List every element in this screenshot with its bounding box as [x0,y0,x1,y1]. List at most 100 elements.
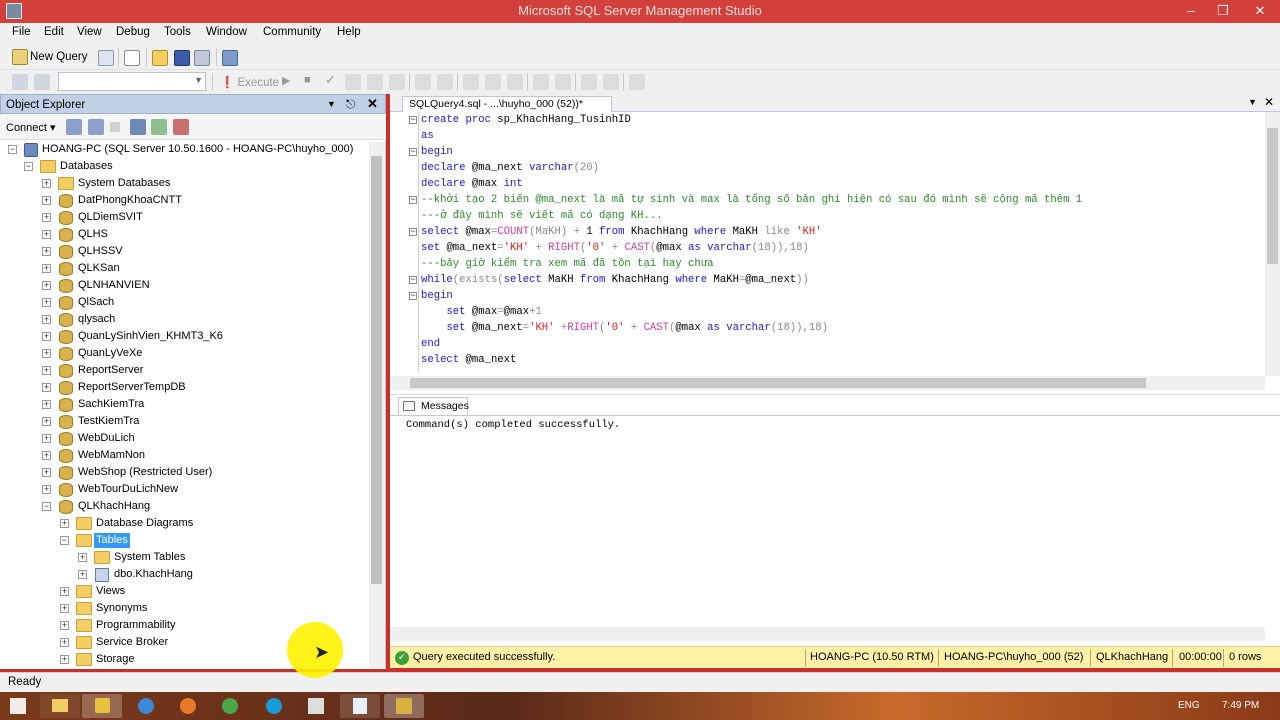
code-line[interactable]: declare @max int [421,176,523,192]
editor-vertical-scrollbar[interactable] [1265,112,1280,376]
cancel-query-icon[interactable]: ■ [304,74,311,86]
query-designer-icon[interactable] [367,74,383,90]
menu-help[interactable]: Help [337,26,361,38]
menu-edit[interactable]: Edit [44,26,64,38]
activity-icon[interactable] [173,119,189,135]
db-engine-query-icon[interactable] [98,50,114,66]
save-all-icon[interactable] [194,50,210,66]
activity-monitor-icon[interactable] [222,50,238,66]
menu-file[interactable]: File [12,26,31,38]
menu-window[interactable]: Window [206,26,247,38]
specify-template-icon[interactable] [629,74,645,90]
media-task[interactable] [82,694,122,718]
tab-messages[interactable]: Messages [398,397,469,415]
restore-button[interactable]: ❐ [1208,0,1238,22]
include-plan-icon[interactable] [415,74,431,90]
clock[interactable]: 7:49 PM [1222,700,1259,711]
firefox-task[interactable] [168,694,208,718]
new-query-button[interactable]: New Query [10,48,88,66]
code-line[interactable]: begin [421,288,453,304]
file-explorer-task[interactable] [40,694,80,718]
fold-toggle-icon[interactable]: − [409,196,417,205]
skype-task[interactable] [254,694,294,718]
disconnect-icon[interactable] [88,119,104,135]
menu-view[interactable]: View [77,26,102,38]
database-icon [59,381,73,395]
fold-toggle-icon[interactable]: − [409,148,417,157]
change-connection-icon[interactable] [34,74,50,90]
close-panel-icon[interactable]: ✕ [367,96,378,112]
code-line[interactable]: declare @ma_next varchar(20) [421,160,599,176]
chrome-task[interactable] [210,694,250,718]
collapse-icon[interactable]: − [24,162,33,171]
decrease-indent-icon[interactable] [581,74,597,90]
client-stats-icon[interactable] [437,74,453,90]
code-line[interactable]: select @max=COUNT(MaKH) + 1 from KhachHa… [421,224,822,240]
pin-icon[interactable]: ⎋ [346,97,356,112]
code-line[interactable]: ---ở đây mình sẽ viết mã có dạng KH... [421,208,663,224]
results-scrollbar[interactable] [390,627,1265,641]
code-line[interactable]: set @ma_next='KH' + RIGHT('0' + CAST(@ma… [421,240,809,256]
parse-icon[interactable]: ✓ [325,72,336,88]
filter-icon[interactable] [130,119,146,135]
refresh-icon[interactable] [151,119,167,135]
ie-task[interactable] [126,694,166,718]
start-icon[interactable] [10,698,26,714]
stop-icon[interactable] [110,122,120,132]
code-line[interactable]: select @ma_next [421,352,516,368]
code-line[interactable]: ---bây giờ kiểm tra xem mã đã tồn tại ha… [421,256,713,272]
code-line[interactable]: begin [421,144,453,160]
code-line[interactable]: as [421,128,434,144]
close-tab-icon[interactable]: ✕ [1264,95,1274,109]
tab-sqlquery4[interactable]: SQLQuery4.sql - ...\huyho_000 (52))* [402,96,612,112]
open-file-icon[interactable] [152,50,168,66]
language-indicator[interactable]: ENG [1178,700,1200,711]
database-icon [59,245,73,259]
fold-toggle-icon[interactable]: − [409,276,417,285]
code-line[interactable]: set @ma_next='KH' +RIGHT('0' + CAST(@max… [421,320,828,336]
fold-toggle-icon[interactable]: − [409,228,417,237]
ssms-app-icon[interactable] [6,3,22,19]
notepad-task[interactable] [340,694,380,718]
database-selector[interactable]: ▼ [58,72,206,91]
display-plan-icon[interactable] [345,74,361,90]
scrollbar-thumb[interactable] [410,378,1146,388]
connect-icon[interactable] [12,74,28,90]
fold-toggle-icon[interactable]: − [409,292,417,301]
scrollbar-thumb[interactable] [1267,128,1278,264]
chevron-down-icon[interactable]: ▼ [1248,97,1257,107]
results-to-file-icon[interactable] [507,74,523,90]
uncomment-icon[interactable] [555,74,571,90]
connect-dropdown[interactable]: Connect ▾ [6,121,56,134]
connect-server-icon[interactable] [66,119,82,135]
execute-button[interactable]: ❗ Execute [220,75,279,89]
scrollbar-thumb[interactable] [371,156,382,584]
new-file-icon[interactable] [124,50,140,66]
comment-icon[interactable] [533,74,549,90]
save-icon[interactable] [174,50,190,66]
intellisense-icon[interactable] [389,74,405,90]
message-text: Command(s) completed successfully. [406,419,621,431]
debug-icon[interactable]: ▶ [282,74,290,87]
code-line[interactable]: --khởi tạo 2 biến @ma_next là mã tự sinh… [421,192,1082,208]
ssms-task[interactable] [384,694,424,718]
menu-community[interactable]: Community [263,26,321,38]
code-line[interactable]: set @max=@max+1 [421,304,541,320]
app-task[interactable] [296,694,336,718]
minimize-button[interactable]: – [1176,0,1206,22]
close-button[interactable]: ✕ [1240,0,1280,22]
code-line[interactable]: while(exists(select MaKH from KhachHang … [421,272,809,288]
results-to-text-icon[interactable] [463,74,479,90]
code-line[interactable]: end [421,336,440,352]
fold-toggle-icon[interactable]: − [409,116,417,125]
increase-indent-icon[interactable] [603,74,619,90]
code-area[interactable]: create proc sp_KhachHang_TusinhID − as begi… [390,112,1265,376]
results-to-grid-icon[interactable] [485,74,501,90]
collapse-icon[interactable]: − [8,145,17,154]
dropdown-icon[interactable]: ▼ [327,99,336,109]
code-line[interactable]: create proc sp_KhachHang_TusinhID [421,112,631,128]
menu-debug[interactable]: Debug [116,26,150,38]
media-player-icon [95,698,110,713]
menu-tools[interactable]: Tools [164,26,191,38]
editor-horizontal-scrollbar[interactable] [390,376,1265,390]
